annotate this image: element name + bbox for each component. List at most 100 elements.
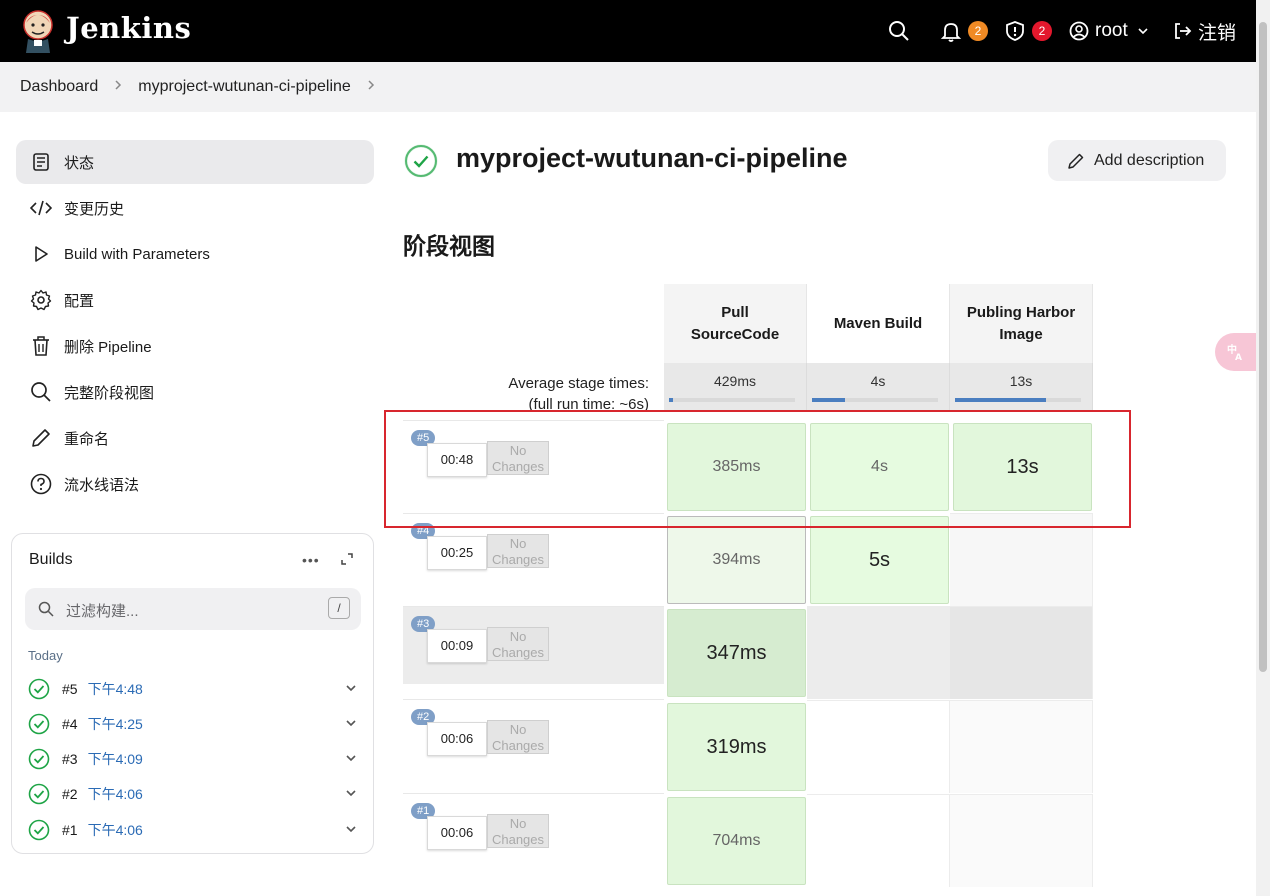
build-time-link[interactable]: 下午4:06 <box>88 784 143 804</box>
pencil-icon <box>30 427 52 449</box>
search-button[interactable] <box>888 0 910 62</box>
stage-name: Maven Build <box>833 314 923 332</box>
sidebar-item-configure[interactable]: 配置 <box>16 278 374 322</box>
user-icon <box>1069 21 1089 41</box>
build-number: #5 <box>62 681 78 697</box>
notifications-button[interactable]: 2 <box>940 0 988 62</box>
sidebar-item-label: 变更历史 <box>64 200 125 218</box>
stage-cell[interactable]: 394ms <box>667 516 806 604</box>
average-time-bar <box>669 398 795 402</box>
build-list-item[interactable]: #3 下午4:09 <box>28 746 358 772</box>
trash-icon <box>30 335 52 357</box>
jenkins-logo[interactable] <box>20 9 56 53</box>
run-duration: 00:06 <box>427 816 487 850</box>
sidebar-item-pipeline-syntax[interactable]: 流水线语法 <box>16 462 374 506</box>
chevron-down-icon[interactable] <box>344 751 358 765</box>
user-name: root <box>1095 20 1128 41</box>
no-changes-box: No Changes <box>487 814 549 848</box>
sidebar-item-status[interactable]: 状态 <box>16 140 374 184</box>
chevron-right-icon[interactable] <box>351 78 391 96</box>
top-header: Jenkins 2 2 root 注销 <box>0 0 1256 62</box>
search-icon <box>889 21 909 41</box>
build-list-item[interactable]: #1 下午4:06 <box>28 817 358 843</box>
sidebar-item-label: 重命名 <box>64 430 110 448</box>
notifications-badge: 2 <box>968 21 988 41</box>
brand-name[interactable]: Jenkins <box>66 11 191 45</box>
run-duration: 00:06 <box>427 722 487 756</box>
builds-panel: Builds ••• 过滤构建... / Today #5 下午4:48 #4 … <box>11 533 374 854</box>
stage-cell[interactable]: 347ms <box>667 609 806 697</box>
average-time: 4s <box>870 373 886 389</box>
add-description-button[interactable]: Add description <box>1048 140 1226 181</box>
chevron-down-icon[interactable] <box>344 681 358 695</box>
stage-cell[interactable]: 5s <box>810 516 949 604</box>
translate-icon: 中 A <box>1227 343 1242 362</box>
build-time-link[interactable]: 下午4:48 <box>88 679 143 699</box>
breadcrumb-project[interactable]: myproject-wutunan-ci-pipeline <box>138 78 351 96</box>
highlight-annotation-box <box>384 410 1131 528</box>
average-time-cell: 13s <box>950 363 1093 411</box>
build-number: #2 <box>62 786 78 802</box>
build-time-link[interactable]: 下午4:09 <box>88 749 143 769</box>
average-label-line1: Average stage times: <box>508 375 649 392</box>
page-scrollbar[interactable] <box>1256 0 1270 896</box>
empty-stage-cell <box>807 606 950 699</box>
chevron-down-icon[interactable] <box>344 716 358 730</box>
sidebar-item-changes[interactable]: 变更历史 <box>16 186 374 230</box>
chevron-right-icon <box>98 78 138 96</box>
security-badge: 2 <box>1032 21 1052 41</box>
sidebar-item-full-stage-view[interactable]: 完整阶段视图 <box>16 370 374 414</box>
sidebar-item-build-with-parameters[interactable]: Build with Parameters <box>16 232 374 276</box>
build-time-link[interactable]: 下午4:06 <box>88 820 143 840</box>
breadcrumb: Dashboard myproject-wutunan-ci-pipeline <box>0 62 1256 112</box>
average-time-bar <box>955 398 1081 402</box>
more-icon[interactable]: ••• <box>302 552 320 568</box>
code-icon <box>30 197 52 219</box>
shield-icon <box>1006 21 1024 41</box>
bell-icon <box>940 23 962 42</box>
average-time-bar-fill <box>955 398 1046 402</box>
chevron-down-icon <box>1138 28 1148 35</box>
sidebar-item-label: Build with Parameters <box>64 245 210 263</box>
average-time-bar <box>812 398 938 402</box>
breadcrumb-dashboard[interactable]: Dashboard <box>20 78 98 96</box>
no-changes-box: No Changes <box>487 534 549 568</box>
stage-view-title: 阶段视图 <box>403 233 495 259</box>
chevron-down-icon[interactable] <box>344 822 358 836</box>
run-duration: 00:09 <box>427 629 487 663</box>
empty-stage-cell <box>807 700 950 793</box>
empty-stage-cell <box>950 700 1093 793</box>
stage-name: Publing Harbor Image <box>966 303 1076 343</box>
build-time-link[interactable]: 下午4:25 <box>88 714 143 734</box>
logout-icon <box>1175 23 1192 39</box>
builds-title: Builds <box>29 551 73 568</box>
stage-cell[interactable]: 704ms <box>667 797 806 885</box>
stage-header: Publing Harbor Image <box>950 284 1093 363</box>
build-list-item[interactable]: #5 下午4:48 <box>28 676 358 702</box>
sidebar-item-delete-pipeline[interactable]: 删除 Pipeline <box>16 324 374 368</box>
chevron-down-icon[interactable] <box>344 786 358 800</box>
stage-name: Pull SourceCode <box>690 303 780 343</box>
user-menu[interactable]: root <box>1069 0 1150 62</box>
sidebar: 状态 变更历史 Build with Parameters 配置 删除 Pipe… <box>16 140 374 508</box>
sidebar-item-rename[interactable]: 重命名 <box>16 416 374 460</box>
logout-button[interactable]: 注销 <box>1172 0 1236 62</box>
filter-builds-input[interactable]: 过滤构建... / <box>25 588 361 630</box>
average-stage-times-label: Average stage times: (full run time: ~6s… <box>403 373 649 415</box>
no-changes-box: No Changes <box>487 720 549 754</box>
build-number: #1 <box>62 822 78 838</box>
translate-widget[interactable]: 中 A <box>1215 333 1256 371</box>
stage-header: Pull SourceCode <box>664 284 807 363</box>
empty-stage-cell <box>807 794 950 887</box>
success-check-icon <box>28 748 50 770</box>
stage-cell[interactable]: 319ms <box>667 703 806 791</box>
document-icon <box>30 151 52 173</box>
sidebar-item-label: 状态 <box>64 154 95 172</box>
success-check-icon <box>28 678 50 700</box>
scrollbar-thumb[interactable] <box>1259 22 1267 672</box>
filter-shortcut-key: / <box>328 597 350 619</box>
build-list-item[interactable]: #4 下午4:25 <box>28 711 358 737</box>
expand-icon[interactable] <box>340 552 354 571</box>
security-button[interactable]: 2 <box>1004 0 1052 62</box>
build-list-item[interactable]: #2 下午4:06 <box>28 781 358 807</box>
